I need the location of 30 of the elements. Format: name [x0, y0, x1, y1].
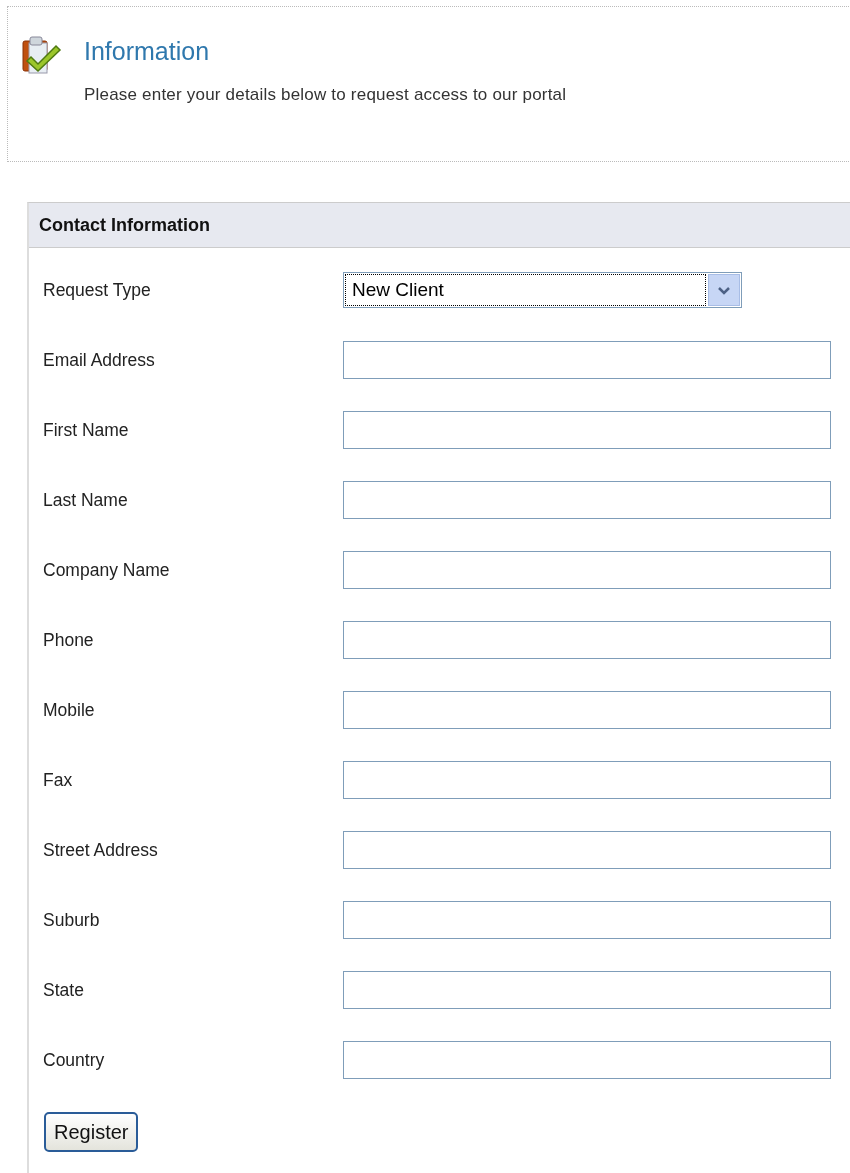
input-field[interactable]: [343, 901, 831, 939]
field-label: Email Address: [42, 349, 156, 371]
field-label: State: [42, 979, 85, 1001]
chevron-down-icon: [718, 285, 730, 295]
field-label: Company Name: [42, 559, 171, 581]
input-field[interactable]: [343, 411, 831, 449]
clipboard-check-icon: [20, 33, 64, 77]
field-label: Request Type: [42, 279, 152, 301]
input-field[interactable]: [343, 761, 831, 799]
register-button[interactable]: Register: [44, 1112, 139, 1152]
field-label: Mobile: [42, 699, 96, 721]
info-message: Please enter your details below to request access to our portal: [84, 85, 567, 105]
info-title: Information: [84, 37, 211, 65]
input-field[interactable]: [343, 1041, 831, 1079]
field-label: Suburb: [42, 909, 101, 931]
field-label: Last Name: [42, 489, 129, 511]
input-field[interactable]: [343, 551, 831, 589]
field-label: Street Address: [42, 839, 159, 861]
field-label: Country: [42, 1049, 106, 1071]
input-field[interactable]: [343, 481, 831, 519]
field-label: Phone: [42, 629, 95, 651]
dropdown[interactable]: New Client: [343, 272, 742, 308]
input-field[interactable]: [343, 831, 831, 869]
input-field[interactable]: [343, 621, 831, 659]
input-field[interactable]: [343, 971, 831, 1009]
input-field[interactable]: [343, 691, 831, 729]
field-label: Fax: [42, 769, 74, 791]
input-field[interactable]: [343, 341, 831, 379]
field-label: First Name: [42, 419, 130, 441]
section-header: Contact Information: [29, 203, 850, 248]
